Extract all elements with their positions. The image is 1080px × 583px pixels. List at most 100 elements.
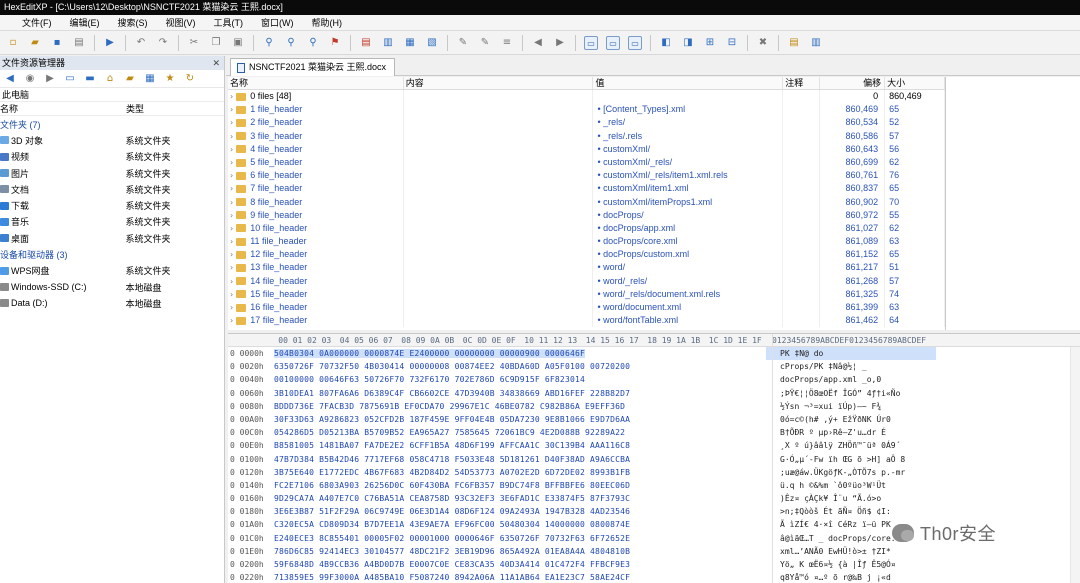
chevron-right-icon[interactable]: › [230,261,233,274]
hex-row-bytes[interactable]: 59F6848D 4B9CCB36 A4BD0D7B E0007C0E CE83… [274,558,766,571]
template-icon[interactable]: ▤ [787,36,801,50]
chevron-right-icon[interactable]: › [230,130,233,143]
hex-row-ascii[interactable]: PK ‡N@ do [766,347,936,361]
paste-icon[interactable]: ▣ [231,36,245,50]
table-row[interactable]: › 15 file_header • word/_rels/document.xml… [228,287,945,301]
back-icon[interactable]: ◀ [3,72,17,86]
hex-row[interactable]: 0 00E0h B8581005 1481BA07 FA7DE2E2 6CFF1B… [228,439,1080,452]
hex-row-ascii[interactable]: >n;‡Qòòš Ét ãÑ¤ Öñ$ ¢I: [766,505,936,518]
find-next-icon[interactable]: ⚲ [284,36,298,50]
hex-row[interactable]: 0 0100h 47B7D384 B5B42D46 7717EF68 058C47… [228,453,1080,466]
run-icon[interactable]: ▶ [103,36,117,50]
table-row[interactable]: › 0 files [48] 0 860,469 [228,90,945,104]
hex-row-bytes[interactable]: E240ECE3 8C855401 00005F02 00001000 0000… [274,532,766,545]
menu-item[interactable]: 文件(F) [13,15,61,30]
hex-row[interactable]: 0 0000h 504B0304 0A000000 0000874E E24000… [228,347,1080,361]
hex-row[interactable]: 0 0220h 713859E5 99F3000A A485BA10 F50872… [228,571,1080,583]
table-row[interactable]: › 6 file_header • customXml/_rels/item1.xm… [228,169,945,183]
hex-row[interactable]: 0 0060h 3B10DEA1 807FA6A6 D6389C4F CB6602… [228,387,1080,400]
options-icon[interactable]: ▥ [809,36,823,50]
hex-row-ascii[interactable]: docProps/app.xml _o‚0 [766,373,936,386]
hex-row-bytes[interactable]: FC2E7106 6803A903 26256D0C 60F430BA FC6F… [274,479,766,492]
menu-item[interactable]: 窗口(W) [252,15,303,30]
hex-row-ascii[interactable]: ü.q h ©&%m `ô0ºüo³W¹Üt [766,479,936,492]
menu-item[interactable]: 视图(V) [157,15,205,30]
explorer-col-type[interactable]: 类型 [126,102,144,115]
view-hex-icon[interactable]: ▭ [584,35,598,50]
hex-row[interactable]: 0 0200h 59F6848D 4B9CCB36 A4BD0D7B E0007C… [228,558,1080,571]
find-icon[interactable]: ⚲ [262,36,276,50]
home-icon[interactable]: ⌂ [103,72,117,86]
hex-row[interactable]: 0 00C0h 054286D5 D05213BA B5709B52 EA965A… [228,426,1080,439]
computer-icon[interactable]: ▭ [63,72,77,86]
hex-row-bytes[interactable]: BDDD736E 7FACB3D 7875691B EF0CDA70 29967… [274,400,766,413]
hex-row[interactable]: 0 0160h 9D29CA7A A407E7C0 C76BA51A CEA875… [228,492,1080,505]
hex-row-bytes[interactable]: C320EC5A CD809D34 B7D7EE1A 43E9AE7A EF96… [274,518,766,531]
edit-mode-icon[interactable]: ✎ [456,36,470,50]
bookmark-icon[interactable]: ▤ [359,36,373,50]
col-note-header[interactable]: 注释 [783,77,821,89]
explorer-group[interactable]: 文件夹 (7) [0,116,224,132]
chevron-right-icon[interactable]: › [230,235,233,248]
explorer-group[interactable]: 设备和驱动器 (3) [0,246,224,262]
explorer-item[interactable]: Windows-SSD (C:) 本地磁盘 [0,279,224,295]
chevron-right-icon[interactable]: › [230,90,233,103]
menu-item[interactable]: 编辑(E) [61,15,109,30]
forward-icon[interactable]: ▶ [43,72,57,86]
history-icon[interactable]: ◉ [23,72,37,86]
explorer-col-name[interactable]: 名称 [0,102,126,115]
hex-row-bytes[interactable]: 713859E5 99F3000A A485BA10 F5087240 8942… [274,571,766,583]
hex-row-ascii[interactable]: q8Yå™ó ¤…º õ r@‰B j ¡«d [766,571,936,583]
open-folder-icon[interactable]: ▰ [28,36,42,50]
hex-row-ascii[interactable]: )Êz¤ çÀÇk¥ Î¨u “Ã.ó>o­ [766,492,936,505]
hex-row-bytes[interactable]: 30F33D63 A9286823 052CFD2B 187F459E 9FF0… [274,413,766,426]
table-row[interactable]: › 10 file_header • docProps/app.xml 861,027… [228,221,945,236]
explorer-item[interactable]: 下载 系统文件夹 [0,197,224,213]
refresh-icon[interactable]: ↻ [183,72,197,86]
chevron-right-icon[interactable]: › [230,156,233,169]
favorites-icon[interactable]: ★ [163,72,177,86]
explorer-item[interactable]: 桌面 系统文件夹 [0,230,224,246]
view-text-icon[interactable]: ▭ [606,35,620,50]
hex-row-ascii[interactable]: ;ÞŸ€¦¦Ö8œOËf ÎGÓ” 4ƒ†i«Ño [766,387,936,400]
chevron-right-icon[interactable]: › [230,143,233,156]
chevron-right-icon[interactable]: › [230,116,233,129]
col-size-header[interactable]: 大小 [885,77,945,89]
panel-right-icon[interactable]: ◨ [681,36,695,50]
hex-row-bytes[interactable]: 3B75E640 E1772EDC 4B67F683 4B2D84D2 54D5… [274,466,766,479]
hex-row-bytes[interactable]: 054286D5 D05213BA B5709B52 EA965A27 7585… [274,426,766,439]
hex-row-bytes[interactable]: 504B0304 0A000000 0000874E E2400000 0000… [274,347,766,360]
hex-row-ascii[interactable]: G·Ó„µ´-Fw ïh ŒG õ >H] aÔ 8 [766,453,936,466]
hex-row-bytes[interactable]: 786D6C85 92414EC3 30104577 48DC21F2 3EB1… [274,545,766,558]
col-value-header[interactable]: 值 [593,77,784,89]
save-icon[interactable]: ▪ [50,36,64,50]
explorer-item[interactable]: 视频 系统文件夹 [0,149,224,165]
menu-item[interactable]: 帮助(H) [303,15,352,30]
table-row[interactable]: › 9 file_header • docProps/860,972 55 [228,208,945,222]
hex-row-bytes[interactable]: 6350726F 70732F50 4B030414 00000008 0087… [274,360,766,373]
hex-row[interactable]: 0 0080h BDDD736E 7FACB3D 7875691B EF0CDA7… [228,400,1080,413]
hex-row-bytes[interactable]: 47B7D384 B5B42D46 7717EF68 058C4718 F503… [274,453,766,466]
hex-row[interactable]: 0 01E0h 786D6C85 92414EC3 30104577 48DC21… [228,545,1080,558]
tools-icon[interactable]: ✖ [756,36,770,50]
find-prev-icon[interactable]: ⚲ [306,36,320,50]
replace-icon[interactable]: ⚑ [328,36,342,50]
view-mode-icon[interactable]: ▦ [143,72,157,86]
hex-row-bytes[interactable]: 3B10DEA1 807FA6A6 D6389C4F CB6602CE 47D3… [274,387,766,400]
chevron-right-icon[interactable]: › [230,248,233,261]
hex-row-ascii[interactable]: cProps/PK ‡Nâ@½¦ _ [766,360,936,373]
bookmark-next-icon[interactable]: ▥ [381,36,395,50]
menu-item[interactable]: 搜索(S) [109,15,157,30]
hex-scrollbar[interactable] [1070,347,1080,583]
chevron-right-icon[interactable]: › [230,288,233,301]
table-row[interactable]: › 14 file_header • word/_rels/861,268 57 [228,274,945,288]
chevron-right-icon[interactable]: › [230,301,233,314]
hex-row[interactable]: 0 0120h 3B75E640 E1772EDC 4B67F683 4B2D84… [228,466,1080,479]
back-icon[interactable]: ◀ [531,36,545,50]
chevron-right-icon[interactable]: › [230,103,233,116]
forward-icon[interactable]: ▶ [553,36,567,50]
compare-icon[interactable]: ≡ [500,36,514,50]
hex-row-ascii[interactable]: ½Ýsn ¬³=xui ïÚp)–~ F¾ [766,400,936,413]
hex-row[interactable]: 0 0020h 6350726F 70732F50 4B030414 000000… [228,360,1080,373]
undo-icon[interactable]: ↶ [134,36,148,50]
